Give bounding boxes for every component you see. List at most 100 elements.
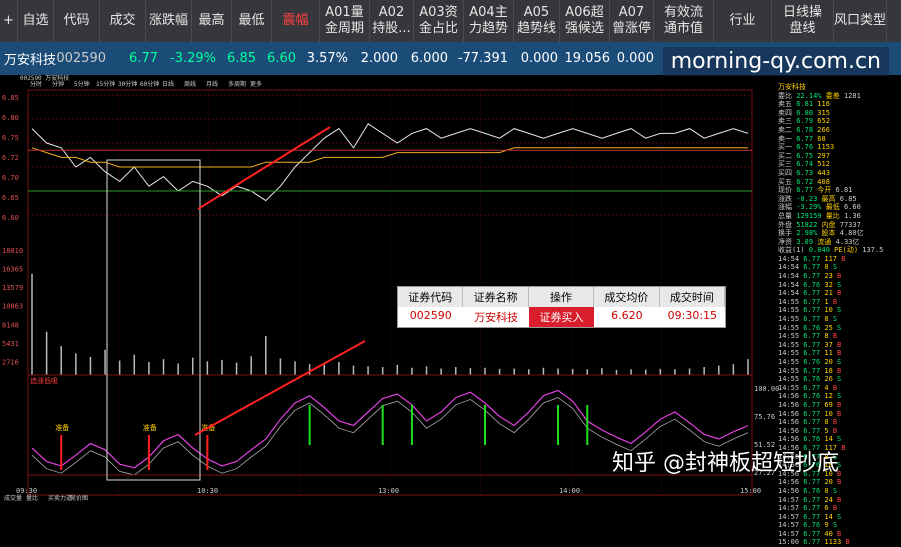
chart-tab: 更多 xyxy=(250,80,262,88)
quote-row: 卖一 6.77 68 xyxy=(778,134,826,143)
stock-low: 6.60 xyxy=(267,51,296,66)
volume-axis-label: 5431 xyxy=(2,340,19,348)
column-header[interactable]: + xyxy=(0,0,18,42)
column-header[interactable]: 自选 xyxy=(18,0,54,42)
column-header[interactable]: 行业 xyxy=(714,0,772,42)
volume-axis-label: 10863 xyxy=(2,303,23,311)
column-header[interactable]: 成交 xyxy=(100,0,146,42)
time-axis-label: 10:30 xyxy=(197,487,218,495)
trade-table-cell: 万安科技 xyxy=(474,311,519,324)
column-header[interactable]: 震幅 xyxy=(272,0,320,42)
tick-row: 14:57 6.77 40 B xyxy=(778,529,842,538)
stock-price: 6.77 xyxy=(129,51,158,66)
price-axis-label: 6.65 xyxy=(2,194,19,202)
time-axis-label: 13:00 xyxy=(378,487,399,495)
quote-row: 净资 3.89 流通 4.33亿 xyxy=(778,237,860,246)
price-axis-label: 6.72 xyxy=(2,154,19,162)
column-header[interactable]: A05 趋势线 xyxy=(514,0,560,42)
stock-a02: 6.000 xyxy=(410,51,448,66)
quote-row: 涨跌 -0.23 最高 6.85 xyxy=(778,194,857,203)
tick-row: 14:55 6.76 20 S xyxy=(778,358,842,366)
tick-row: 14:56 6.76 8 S xyxy=(778,486,838,495)
column-header[interactable]: 有效流 通市值 xyxy=(654,0,714,42)
column-header[interactable]: 最高 xyxy=(192,0,232,42)
stock-high: 6.85 xyxy=(227,51,256,66)
trade-table-header: 证券名称 xyxy=(463,287,529,307)
quote-row: 卖四 6.80 315 xyxy=(778,108,830,117)
price-axis-label: 6.75 xyxy=(2,134,19,142)
column-header[interactable]: A06超 强候选 xyxy=(560,0,610,42)
bottom-tab: 竞价图 xyxy=(70,494,88,502)
quote-row: 换手 2.98% 股本 4.80亿 xyxy=(778,229,864,238)
indicator-axis-label: 100.00 xyxy=(754,385,779,393)
volume-axis-label: 18010 xyxy=(2,247,23,255)
quote-row: 总量 129159 量比 1.36 xyxy=(778,211,861,220)
quote-row: 买三 6.74 512 xyxy=(778,160,830,169)
column-header[interactable]: A01量 金周期 xyxy=(320,0,370,42)
signal-label: 准备 xyxy=(143,423,157,432)
column-header[interactable]: 代码 xyxy=(54,0,100,42)
tick-row: 14:55 6.77 37 B xyxy=(778,340,842,349)
bottom-tab: 成交量 xyxy=(4,494,22,502)
tick-row: 14:56 6.77 10 B xyxy=(778,409,842,418)
tick-row: 14:54 6.77 117 B xyxy=(778,254,846,263)
watermark-zhihu: 知乎 @封神板超短抄底 xyxy=(612,451,839,476)
volume-axis-label: 16365 xyxy=(2,266,23,274)
column-header[interactable]: A03资 金占比 xyxy=(414,0,464,42)
quote-row: 买四 6.73 443 xyxy=(778,168,830,177)
tick-row: 14:57 6.77 24 B xyxy=(778,495,842,504)
tick-row: 14:55 6.77 8 S xyxy=(778,315,838,324)
tick-row: 14:55 6.77 11 B xyxy=(778,349,842,358)
quote-row: 卖五 6.81 116 xyxy=(778,100,830,109)
column-header[interactable]: 日线操 盘线 xyxy=(772,0,834,42)
annotation-arrow xyxy=(197,126,331,210)
tick-row: 14:57 6.77 6 B xyxy=(778,504,838,513)
chart-tab: 30分钟 xyxy=(118,80,137,88)
tick-row: 14:56 6.77 5 B xyxy=(778,426,838,435)
quote-row: 卖二 6.78 266 xyxy=(778,125,830,134)
column-header[interactable]: 风口类型 xyxy=(834,0,887,42)
stock-change: -3.29% xyxy=(170,51,216,66)
column-header[interactable]: 最低 xyxy=(232,0,272,42)
time-axis-label: 09:30 xyxy=(16,487,37,495)
column-header[interactable]: 涨跌幅 xyxy=(146,0,192,42)
quote-row: 现价 6.77 今开 6.81 xyxy=(778,186,853,195)
quote-row: 涨幅 -3.29% 最低 6.60 xyxy=(778,203,861,212)
signal-label: 准备 xyxy=(55,423,69,432)
stock-a04: 0.000 xyxy=(520,51,558,66)
column-header[interactable]: A02 持股... xyxy=(370,0,414,42)
stock-a03: -77.391 xyxy=(457,51,508,66)
tick-row: 14:57 6.76 9 S xyxy=(778,521,838,530)
tick-row: 15:00 6.77 1133 B xyxy=(778,538,850,547)
trade-table-header: 成交均价 xyxy=(594,287,660,307)
tick-row: 14:56 6.77 20 B xyxy=(778,478,842,487)
trade-table: 证券代码 证券名称 操作 成交均价 成交时间 002590 万安科技 证券买入 6.620 09… xyxy=(397,286,726,328)
indicator-label: 追涨低吸 xyxy=(30,376,58,385)
time-axis-label: 14:00 xyxy=(559,487,580,495)
tick-row: 14:55 6.77 1 B xyxy=(778,297,838,306)
quote-row: 委比 22.14% 委差 1281 xyxy=(778,91,861,100)
quote-row: 收益(1) 0.040 PE(动) 137.5 xyxy=(778,246,884,255)
column-header[interactable]: A04主 力趋势 xyxy=(464,0,514,42)
stock-a06: 0.000 xyxy=(616,51,654,66)
trade-table-header: 成交时间 xyxy=(659,287,726,307)
tick-row: 14:56 6.77 69 B xyxy=(778,400,842,409)
trade-table-cell: 证券买入 xyxy=(528,307,595,327)
tick-row: 14:56 6.76 14 S xyxy=(778,435,842,444)
tick-row: 14:55 6.77 8 B xyxy=(778,332,838,341)
chart-tab: 60分钟 xyxy=(140,80,159,88)
stock-a05: 19.056 xyxy=(564,51,611,66)
tick-row: 14:54 6.77 8 S xyxy=(778,263,838,272)
trade-table-header: 操作 xyxy=(528,287,595,307)
chart-tab: 15分钟 xyxy=(96,80,115,88)
stock-code: 002590 xyxy=(56,51,106,66)
bottom-tab: 买卖力道 xyxy=(48,494,72,502)
tick-row: 14:54 6.77 21 B xyxy=(778,289,842,298)
chart-tab: 多周期 xyxy=(228,80,246,88)
chart-tab: 日线 xyxy=(162,80,174,88)
watermark-url: morning-qy.com.cn xyxy=(662,47,889,76)
trade-table-header: 证券代码 xyxy=(398,287,464,307)
stock-name[interactable]: 万安科技 xyxy=(0,42,62,75)
column-header[interactable]: A07 曾涨停 xyxy=(610,0,654,42)
stock-amplitude: 3.57% xyxy=(306,51,348,66)
